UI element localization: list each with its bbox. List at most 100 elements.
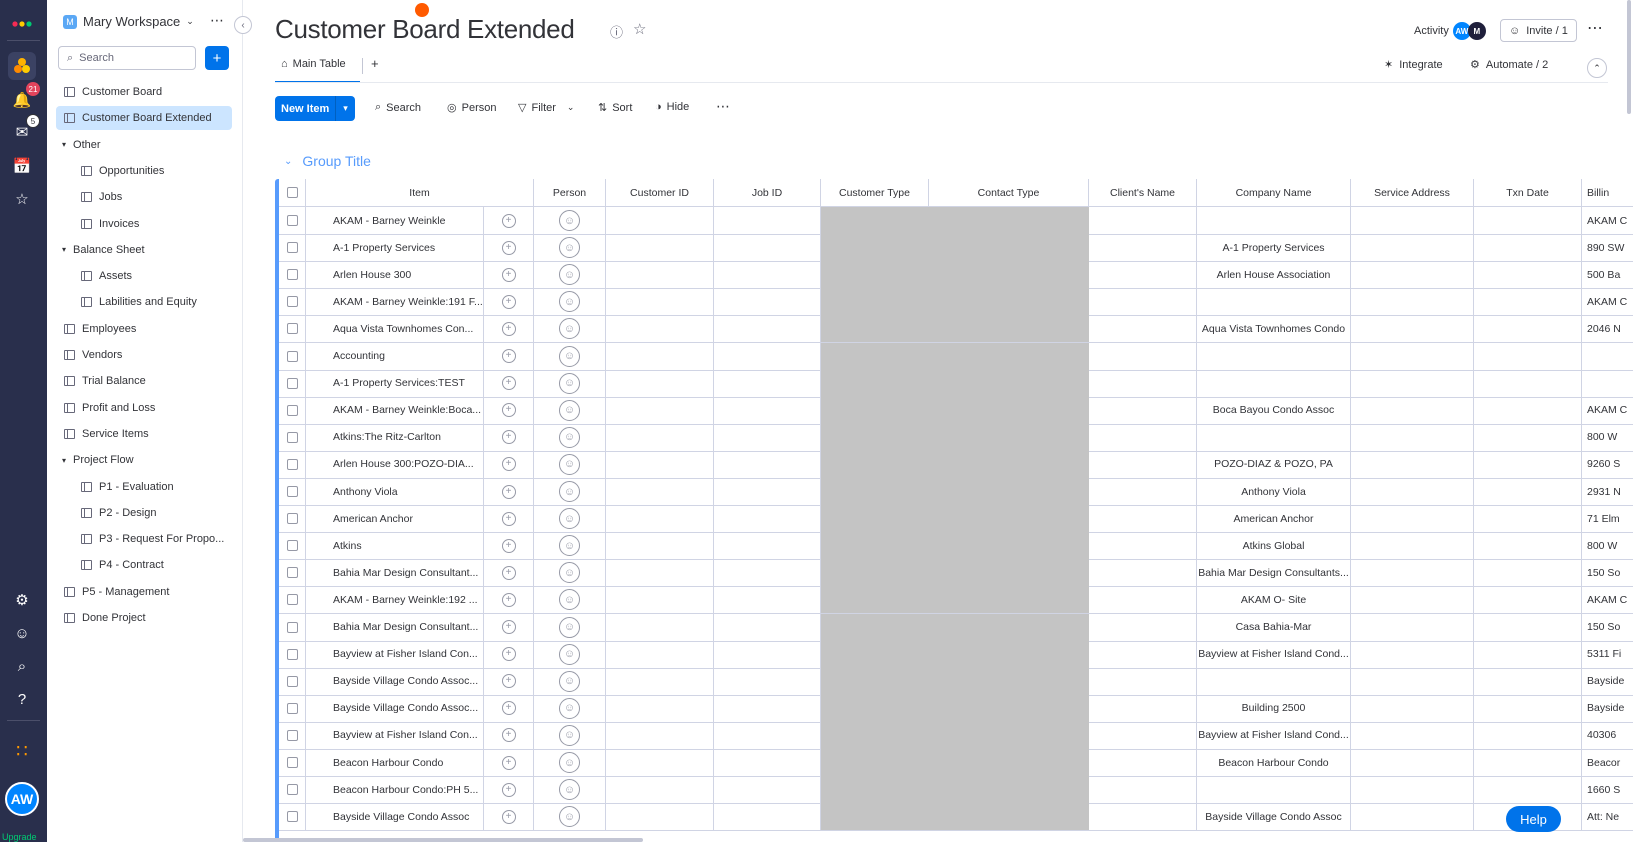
contact-cell[interactable]: [929, 450, 1089, 478]
column-header[interactable]: Company Name: [1197, 179, 1351, 206]
sidebar-item[interactable]: Labilities and Equity: [47, 290, 197, 314]
cid-cell[interactable]: [606, 694, 714, 722]
addr-cell[interactable]: [1351, 423, 1474, 451]
addr-cell[interactable]: [1351, 694, 1474, 722]
row-checkbox[interactable]: [286, 350, 298, 362]
billing-cell[interactable]: Beacor: [1582, 749, 1633, 776]
billing-cell[interactable]: 2046 N: [1582, 315, 1633, 342]
cid-cell[interactable]: [606, 559, 714, 587]
ctype-cell[interactable]: [821, 803, 929, 831]
collapse-header-button[interactable]: ⌃: [1587, 58, 1607, 78]
company-name-cell[interactable]: [1197, 288, 1351, 316]
add-board-button[interactable]: +: [205, 46, 229, 70]
cid-cell[interactable]: [606, 450, 714, 478]
billing-cell[interactable]: 40306: [1582, 722, 1633, 749]
row-checkbox[interactable]: [286, 621, 298, 633]
folder-caret-icon[interactable]: ▾: [62, 456, 66, 465]
txn-cell[interactable]: [1474, 369, 1582, 397]
client-cell[interactable]: [1089, 586, 1197, 614]
client-cell[interactable]: [1089, 749, 1197, 776]
billing-cell[interactable]: Att: Ne: [1582, 803, 1633, 830]
jid-cell[interactable]: [714, 261, 821, 289]
contact-cell[interactable]: [929, 369, 1089, 397]
add-update-icon[interactable]: +: [501, 674, 516, 689]
activity-button[interactable]: Activity AW M: [1414, 22, 1486, 40]
sidebar-search-input[interactable]: ⌕ Search: [58, 46, 196, 70]
billing-cell[interactable]: AKAM C: [1582, 586, 1633, 613]
column-header[interactable]: Customer Type: [821, 179, 929, 206]
addr-cell[interactable]: [1351, 749, 1474, 776]
person-avatar-icon[interactable]: ☺: [559, 616, 580, 638]
contact-cell[interactable]: [929, 803, 1089, 831]
sidebar-item[interactable]: Customer Board Extended: [56, 106, 232, 131]
collapse-sidebar-button[interactable]: ‹: [234, 16, 252, 34]
jid-cell[interactable]: [714, 505, 821, 533]
company-name-cell[interactable]: American Anchor: [1197, 505, 1351, 533]
addr-cell[interactable]: [1351, 396, 1474, 424]
help-button[interactable]: Help: [1506, 806, 1561, 832]
sort-button[interactable]: ⇅ Sort: [598, 101, 632, 115]
jid-cell[interactable]: [714, 803, 821, 831]
item-name-cell[interactable]: AKAM - Barney Weinkle:192 ...: [306, 586, 484, 614]
company-name-cell[interactable]: Bahia Mar Design Consultants...: [1197, 559, 1351, 587]
company-name-cell[interactable]: Boca Bayou Condo Assoc: [1197, 396, 1351, 424]
billing-cell[interactable]: 150 So: [1582, 614, 1633, 641]
jid-cell[interactable]: [714, 586, 821, 614]
cid-cell[interactable]: [606, 342, 714, 370]
ctype-cell[interactable]: [821, 342, 929, 370]
sidebar-item[interactable]: P5 - Management: [47, 580, 169, 604]
billing-cell[interactable]: [1582, 343, 1633, 370]
add-update-icon[interactable]: +: [501, 349, 516, 363]
row-checkbox[interactable]: [286, 458, 298, 470]
person-avatar-icon[interactable]: ☺: [559, 806, 580, 828]
client-cell[interactable]: [1089, 342, 1197, 370]
row-checkbox[interactable]: [286, 675, 298, 687]
row-checkbox[interactable]: [286, 242, 298, 254]
company-name-cell[interactable]: Arlen House Association: [1197, 261, 1351, 289]
horizontal-scrollbar[interactable]: [243, 838, 643, 842]
item-name-cell[interactable]: Bayside Village Condo Assoc...: [306, 694, 484, 722]
row-checkbox[interactable]: [286, 784, 298, 796]
ctype-cell[interactable]: [821, 315, 929, 343]
ctype-cell[interactable]: [821, 396, 929, 424]
item-name-cell[interactable]: Bayside Village Condo Assoc...: [306, 667, 484, 695]
cid-cell[interactable]: [606, 288, 714, 316]
sidebar-item[interactable]: ▾ Other: [47, 133, 101, 157]
automate-button[interactable]: ⚙ Automate / 2: [1470, 58, 1548, 72]
cid-cell[interactable]: [606, 613, 714, 641]
addr-cell[interactable]: [1351, 342, 1474, 370]
row-checkbox[interactable]: [286, 486, 298, 497]
ctype-cell[interactable]: [821, 667, 929, 695]
row-checkbox[interactable]: [286, 431, 298, 443]
column-header[interactable]: Item: [306, 179, 534, 206]
jid-cell[interactable]: [714, 559, 821, 587]
client-cell[interactable]: [1089, 532, 1197, 560]
contact-cell[interactable]: [929, 423, 1089, 451]
ctype-cell[interactable]: [821, 613, 929, 641]
txn-cell[interactable]: [1474, 288, 1582, 316]
row-checkbox[interactable]: [286, 757, 298, 768]
board-title[interactable]: Customer Board Extended: [275, 14, 575, 45]
contact-cell[interactable]: [929, 532, 1089, 560]
cid-cell[interactable]: [606, 369, 714, 397]
ctype-cell[interactable]: [821, 532, 929, 560]
addr-cell[interactable]: [1351, 207, 1474, 234]
client-cell[interactable]: [1089, 234, 1197, 262]
person-avatar-icon[interactable]: ☺: [559, 264, 580, 286]
cid-cell[interactable]: [606, 315, 714, 343]
item-name-cell[interactable]: Bayview at Fisher Island Con...: [306, 640, 484, 668]
txn-cell[interactable]: [1474, 423, 1582, 451]
ctype-cell[interactable]: [821, 559, 929, 587]
jid-cell[interactable]: [714, 749, 821, 776]
workspace-more-icon[interactable]: ⋯: [210, 12, 224, 29]
workspace-selector[interactable]: M Mary Workspace ⌄: [63, 14, 194, 29]
row-checkbox[interactable]: [286, 215, 298, 226]
ctype-cell[interactable]: [821, 234, 929, 262]
txn-cell[interactable]: [1474, 478, 1582, 505]
cid-cell[interactable]: [606, 776, 714, 804]
client-cell[interactable]: [1089, 505, 1197, 533]
jid-cell[interactable]: [714, 532, 821, 560]
cid-cell[interactable]: [606, 261, 714, 289]
ctype-cell[interactable]: [821, 749, 929, 776]
company-name-cell[interactable]: Aqua Vista Townhomes Condo: [1197, 315, 1351, 343]
